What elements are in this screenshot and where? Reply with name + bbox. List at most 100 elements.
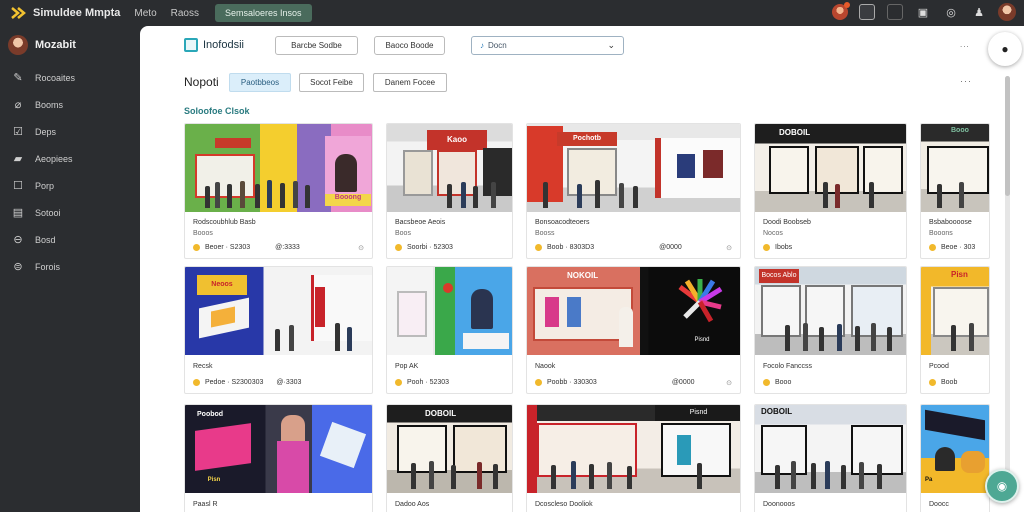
store-card-title: Rodscoubhlub Basb [193, 219, 256, 226]
store-card[interactable]: Pisnd Dcoscleso Dooliok [526, 404, 741, 512]
tab-3[interactable]: Danem Focee [373, 73, 447, 92]
chat-icon: ◉ [996, 479, 1008, 493]
store-image: Pa [921, 405, 989, 493]
store-image: Pisnd [527, 405, 740, 493]
main-panel: Inofodsii Barcbe Sodbe Baoco Boode ♪ Doc… [140, 26, 1024, 512]
store-card-title: Dadoo Aos [395, 501, 430, 508]
sidebar-item-label: Porp [35, 180, 55, 191]
store-card-title: Recsk [193, 363, 213, 370]
store-sign-text: DOBOIL [779, 128, 811, 137]
header-button-2[interactable]: Baoco Boode [374, 36, 445, 55]
image-icon[interactable]: ▣ [914, 3, 932, 21]
coin-icon [763, 244, 770, 251]
sidebar-item-8[interactable]: ⊜ Forois [0, 253, 140, 280]
store-image: Bocos Ablo [755, 267, 906, 355]
store-card-meta: Boob · 8303D3 @0000 [535, 244, 682, 251]
store-card[interactable]: Neoos Recsk Pedoe · S2300303 @·3303 [184, 266, 373, 394]
sidebar-item-label: Booms [35, 99, 64, 110]
store-card[interactable]: Pisn Pcood Boob [920, 266, 990, 394]
scrollbar[interactable] [1005, 76, 1010, 486]
store-sign-text: Poobod [197, 411, 224, 418]
sidebar-item-3[interactable]: ☑ Deps [0, 118, 140, 145]
assistant-fab-button[interactable]: ◉ [985, 469, 1019, 503]
store-card[interactable]: Pochotb Bonsoacodteoers Booss Boob · 830… [526, 123, 741, 259]
sidebar-item-2[interactable]: ⌀ Booms [0, 91, 140, 118]
share-icon[interactable]: ⊙ [726, 244, 732, 252]
brand-logo-icon[interactable] [9, 4, 27, 22]
sidebar-item-5[interactable]: ☐ Porp [0, 172, 140, 199]
coin-icon [395, 379, 402, 386]
globe-icon[interactable]: ◎ [942, 3, 960, 21]
header-more-icon[interactable]: ... [960, 40, 970, 49]
top-nav-link-2[interactable]: Raoss [171, 8, 199, 19]
store-sign-text: Pochotb [557, 132, 617, 146]
share-icon[interactable]: ⊙ [358, 244, 364, 252]
store-card-subtitle: Booos [193, 230, 213, 237]
app-title: Inofodsii [184, 38, 244, 52]
store-image: Booong [185, 124, 372, 212]
store-card[interactable]: NOKOIL Pisnd Naook Poobb · 330303 @0000 ⊙ [526, 266, 741, 394]
sidebar-item-label: Deps [35, 126, 57, 137]
store-card-title: Paasl R [193, 501, 218, 508]
chevron-down-icon: ⌄ [607, 40, 615, 50]
notification-avatar[interactable] [832, 2, 850, 20]
store-card-title: Naook [535, 363, 556, 370]
store-image: Kaoo [387, 124, 512, 212]
coin-icon [395, 244, 402, 251]
store-image: DOBOIL [755, 405, 906, 493]
app-brand-name: Simuldee Mmpta [33, 7, 121, 19]
sidebar-item-7[interactable]: ⊖ Bosd [0, 226, 140, 253]
store-card[interactable]: Booong Rodscoubhlub Basb Booos Beoer · S… [184, 123, 373, 259]
coin-icon [193, 379, 200, 386]
top-nav-link-1[interactable]: Meto [134, 8, 156, 19]
assistant-button[interactable]: ● [988, 32, 1022, 66]
coin-icon [193, 244, 200, 251]
sidebar: Mozabit ✎ Rocoaites ⌀ Booms ☑ Deps ▰ Aeopiee… [0, 26, 140, 512]
sidebar-item-4[interactable]: ▰ Aeopiees [0, 145, 140, 172]
store-card-title: Doonooos [763, 501, 795, 508]
store-sign-text: Pisn [207, 477, 221, 483]
sidebar-item-6[interactable]: ▤ Sotooi [0, 199, 140, 226]
top-bar: Simuldee Mmpta Meto Raoss Semsaloeres In… [0, 0, 1024, 26]
store-sign-text: Booo [951, 127, 969, 134]
users-icon[interactable]: ♟ [970, 3, 988, 21]
store-card-title: Bonsoacodteoers [535, 219, 590, 226]
record-icon[interactable] [886, 3, 904, 21]
store-image: Poobod Pisn [185, 405, 372, 493]
store-sign-text: Kaoo [427, 130, 487, 150]
store-card-meta: Beoe · 303 [929, 244, 975, 251]
store-card[interactable]: Booo Bsbaboooose Booons Beoe · 303 [920, 123, 990, 259]
tab-2[interactable]: Socot Feibe [299, 73, 364, 92]
store-card[interactable]: DOBOIL Doodi Boobseb Nocos Ibobs [754, 123, 907, 259]
tab-1[interactable]: Paotbbeos [229, 73, 291, 92]
store-card-title: Doodi Boobseb [763, 219, 811, 226]
store-card[interactable]: Pa Doocc [920, 404, 990, 512]
sidebar-user[interactable]: Mozabit [0, 26, 140, 64]
search-select[interactable]: ♪ Docn ⌄ [471, 36, 624, 55]
window-icon[interactable] [858, 3, 876, 21]
store-card-meta: Poobb · 330303 @0000 [535, 379, 695, 386]
store-sign-text: Pa [925, 477, 933, 483]
store-card[interactable]: DOBOIL Dadoo Aos [386, 404, 513, 512]
store-card[interactable]: Poobod Pisn Paasl R [184, 404, 373, 512]
store-card-meta: Ibobs [763, 244, 792, 251]
store-card[interactable]: Kaoo Bacsbeoe Aeois Boos Soorbi · 52303 [386, 123, 513, 259]
store-card[interactable]: Pop AK Pooh · 52303 [386, 266, 513, 394]
page-title: Nopoti [184, 75, 219, 89]
store-card-title: Focolo Fanccss [763, 363, 813, 370]
user-avatar[interactable] [998, 3, 1016, 21]
store-image [387, 267, 512, 355]
share-icon[interactable]: ⊙ [726, 379, 732, 387]
filter-icon: ♪ [480, 41, 484, 50]
store-card-subtitle: Booss [535, 230, 555, 237]
more-icon[interactable]: ··· [960, 76, 972, 86]
sidebar-item-label: Sotooi [35, 207, 61, 218]
top-nav-pill[interactable]: Semsaloeres Insos [215, 4, 312, 22]
store-sign-text: Booong [325, 194, 371, 206]
sidebar-item-1[interactable]: ✎ Rocoaites [0, 64, 140, 91]
store-card[interactable]: Bocos Ablo Focolo Fanccss Booo [754, 266, 907, 394]
header-button-1[interactable]: Barcbe Sodbe [275, 36, 358, 55]
sidebar-item-label: Aeopiees [35, 153, 73, 164]
store-sign-text: Pisnd [694, 337, 710, 343]
store-card[interactable]: DOBOIL Doonooos [754, 404, 907, 512]
